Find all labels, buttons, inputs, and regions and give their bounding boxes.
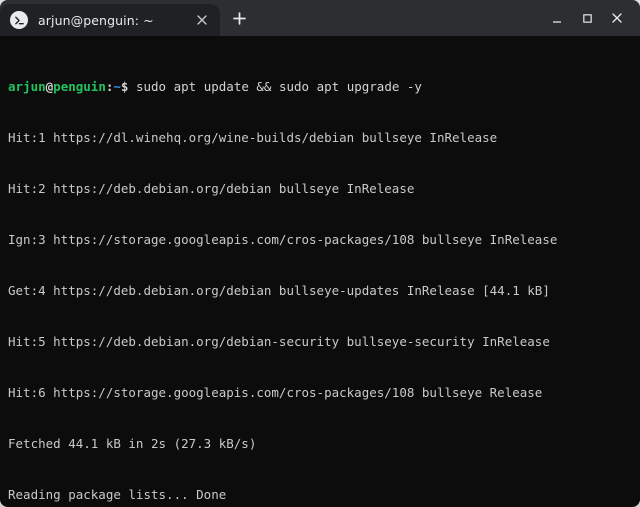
close-window-button[interactable] (602, 3, 632, 33)
output-line: Fetched 44.1 kB in 2s (27.3 kB/s) (8, 435, 632, 452)
minimize-button[interactable] (542, 3, 572, 33)
prompt-host: penguin (53, 79, 106, 94)
titlebar: arjun@penguin: ~ (0, 0, 640, 36)
prompt-path: ~ (113, 79, 121, 94)
tab-title: arjun@penguin: ~ (38, 13, 154, 28)
output-line: Hit:6 https://storage.googleapis.com/cro… (8, 384, 632, 401)
terminal-icon (10, 11, 28, 29)
prompt-line-1: arjun@penguin:~$ sudo apt update && sudo… (8, 78, 632, 95)
terminal-window: arjun@penguin: ~ (0, 0, 640, 507)
new-tab-button[interactable] (226, 5, 252, 31)
output-line: Reading package lists... Done (8, 486, 632, 503)
command-text: sudo apt update && sudo apt upgrade -y (136, 79, 422, 94)
maximize-button[interactable] (572, 3, 602, 33)
output-line: Hit:5 https://deb.debian.org/debian-secu… (8, 333, 632, 350)
output-line: Hit:2 https://deb.debian.org/debian bull… (8, 180, 632, 197)
output-line: Hit:1 https://dl.winehq.org/wine-builds/… (8, 129, 632, 146)
output-line: Get:4 https://deb.debian.org/debian bull… (8, 282, 632, 299)
output-line: Ign:3 https://storage.googleapis.com/cro… (8, 231, 632, 248)
prompt-user: arjun (8, 79, 46, 94)
terminal-viewport[interactable]: arjun@penguin:~$ sudo apt update && sudo… (0, 36, 640, 507)
tab-close-button[interactable] (194, 12, 210, 28)
tab-active[interactable]: arjun@penguin: ~ (0, 4, 220, 36)
